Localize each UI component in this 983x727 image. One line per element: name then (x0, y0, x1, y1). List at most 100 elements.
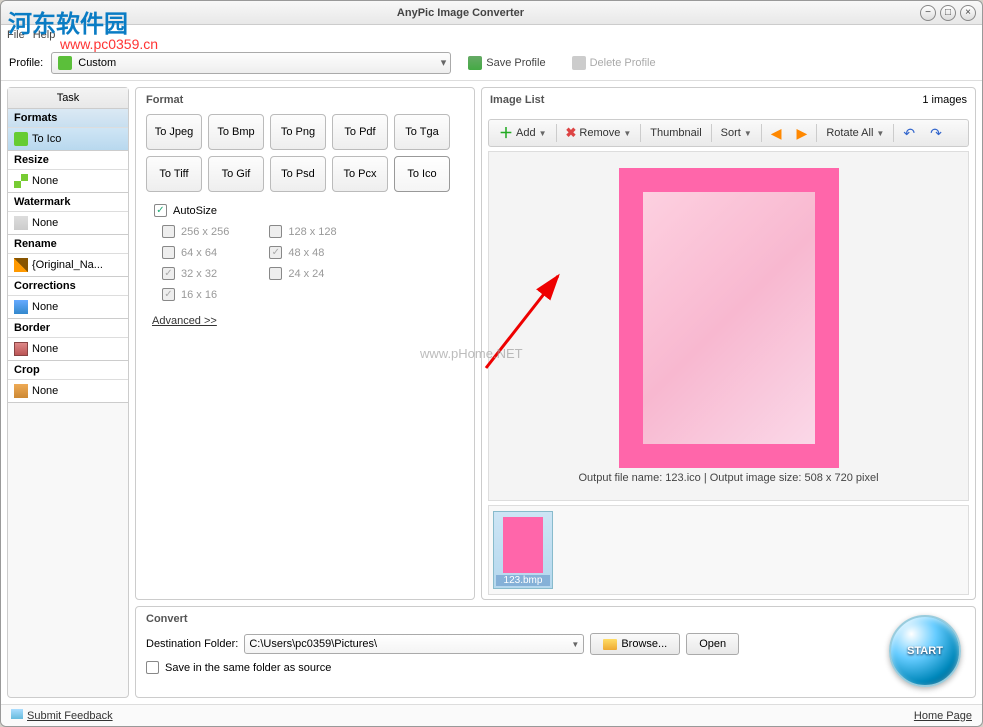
format-btn-to-ico[interactable]: To Ico (394, 156, 450, 192)
format-btn-to-tga[interactable]: To Tga (394, 114, 450, 150)
arrow-left-icon: ◀ (771, 125, 782, 142)
redo-icon: ↷ (930, 125, 942, 142)
add-button[interactable]: ＋Add▼ (493, 123, 553, 143)
advanced-link[interactable]: Advanced >> (152, 315, 217, 327)
autosize-checkbox[interactable]: ✓ (154, 204, 167, 217)
home-link[interactable]: Home Page (914, 710, 972, 722)
format-btn-to-pcx[interactable]: To Pcx (332, 156, 388, 192)
preview-area: Output file name: 123.ico | Output image… (488, 151, 969, 501)
task-panel: Task FormatsTo IcoResizeNoneWatermarkNon… (7, 87, 129, 698)
minimize-button[interactable]: − (920, 5, 936, 21)
undo-button[interactable]: ↶ (897, 123, 921, 143)
task-title-corrections[interactable]: Corrections (8, 277, 128, 296)
chevron-down-icon: ▼ (571, 640, 579, 649)
format-title: Format (146, 94, 464, 106)
sort-button[interactable]: Sort▼ (715, 123, 758, 143)
task-sub-border[interactable]: None (8, 338, 128, 360)
size-checkbox-256x256 (162, 225, 175, 238)
task-title-formats[interactable]: Formats (8, 109, 128, 128)
preview-image (619, 168, 839, 468)
format-btn-to-psd[interactable]: To Psd (270, 156, 326, 192)
format-btn-to-gif[interactable]: To Gif (208, 156, 264, 192)
thumbnail-strip[interactable]: 123.bmp (488, 505, 969, 595)
save-profile-button[interactable]: Save Profile (459, 52, 554, 74)
chevron-down-icon: ▾ (441, 56, 447, 69)
prev-button[interactable]: ◀ (765, 123, 788, 143)
browse-button[interactable]: Browse... (590, 633, 680, 655)
size-checkbox-64x64 (162, 246, 175, 259)
task-sub-resize[interactable]: None (8, 170, 128, 192)
convert-title: Convert (146, 613, 965, 625)
open-button[interactable]: Open (686, 633, 739, 655)
undo-icon: ↶ (903, 125, 915, 142)
x-icon: ✖ (566, 125, 577, 141)
task-sub-rename[interactable]: {Original_Na... (8, 254, 128, 276)
thumbnail-button[interactable]: Thumbnail (644, 123, 707, 143)
size-checkbox-128x128 (269, 225, 282, 238)
close-button[interactable]: × (960, 5, 976, 21)
delete-profile-button[interactable]: Delete Profile (563, 52, 665, 74)
thumbnail-label: 123.bmp (496, 575, 550, 586)
next-button[interactable]: ▶ (791, 123, 814, 143)
task-sub-crop[interactable]: None (8, 380, 128, 402)
task-sub-corrections[interactable]: None (8, 296, 128, 318)
profile-value: Custom (78, 57, 116, 69)
autosize-label: AutoSize (173, 205, 217, 217)
chevron-down-icon: ▼ (623, 129, 631, 138)
imagelist-toolbar: ＋Add▼ ✖Remove▼ Thumbnail Sort▼ ◀ ▶ Rotat… (488, 119, 969, 147)
maximize-button[interactable]: □ (940, 5, 956, 21)
chevron-down-icon: ▼ (876, 129, 884, 138)
ico-toico (14, 132, 28, 146)
redo-button[interactable]: ↷ (924, 123, 948, 143)
titlebar: AnyPic Image Converter − □ × (1, 1, 982, 25)
size-checkbox-32x32: ✓ (162, 267, 175, 280)
ico-wm (14, 216, 28, 230)
ico-rename (14, 258, 28, 272)
ico-corr (14, 300, 28, 314)
ico-resize (14, 174, 28, 188)
thumbnail-item[interactable]: 123.bmp (493, 511, 553, 589)
imagelist-count: 1 images (922, 94, 967, 114)
feedback-icon (11, 709, 23, 719)
task-title-rename[interactable]: Rename (8, 235, 128, 254)
window-title: AnyPic Image Converter (1, 7, 920, 19)
ico-crop (14, 384, 28, 398)
plus-icon: ＋ (499, 123, 513, 143)
convert-panel: Convert Destination Folder: C:\Users\pc0… (135, 606, 976, 698)
task-sub-watermark[interactable]: None (8, 212, 128, 234)
footer: Submit Feedback Home Page (1, 704, 982, 726)
rotate-all-button[interactable]: Rotate All▼ (820, 123, 890, 143)
format-btn-to-bmp[interactable]: To Bmp (208, 114, 264, 150)
start-button[interactable]: START (889, 615, 961, 687)
size-checkbox-24x24 (269, 267, 282, 280)
imagelist-title: Image List (490, 94, 544, 106)
format-btn-to-pdf[interactable]: To Pdf (332, 114, 388, 150)
watermark-center: www.pHome.NET (420, 346, 523, 361)
profile-icon (58, 56, 72, 70)
imagelist-panel: Image List 1 images ＋Add▼ ✖Remove▼ Thumb… (481, 87, 976, 600)
profile-label: Profile: (9, 57, 43, 69)
feedback-link[interactable]: Submit Feedback (27, 710, 113, 722)
task-title-resize[interactable]: Resize (8, 151, 128, 170)
watermark-url: www.pc0359.cn (60, 36, 158, 52)
thumbnail-image (503, 517, 543, 573)
task-header: Task (8, 88, 128, 109)
remove-button[interactable]: ✖Remove▼ (560, 123, 638, 143)
format-btn-to-tiff[interactable]: To Tiff (146, 156, 202, 192)
task-title-border[interactable]: Border (8, 319, 128, 338)
save-icon (468, 56, 482, 70)
ico-border (14, 342, 28, 356)
task-sub-formats[interactable]: To Ico (8, 128, 128, 150)
format-btn-to-png[interactable]: To Png (270, 114, 326, 150)
chevron-down-icon: ▼ (744, 129, 752, 138)
same-folder-checkbox[interactable] (146, 661, 159, 674)
task-title-crop[interactable]: Crop (8, 361, 128, 380)
profile-select[interactable]: Custom ▾ (51, 52, 451, 74)
format-panel: Format To JpegTo BmpTo PngTo PdfTo TgaTo… (135, 87, 475, 600)
size-checkbox-16x16: ✓ (162, 288, 175, 301)
dest-path-input[interactable]: C:\Users\pc0359\Pictures\ ▼ (244, 634, 584, 654)
dest-label: Destination Folder: (146, 638, 238, 650)
format-btn-to-jpeg[interactable]: To Jpeg (146, 114, 202, 150)
arrow-right-icon: ▶ (797, 125, 808, 142)
task-title-watermark[interactable]: Watermark (8, 193, 128, 212)
